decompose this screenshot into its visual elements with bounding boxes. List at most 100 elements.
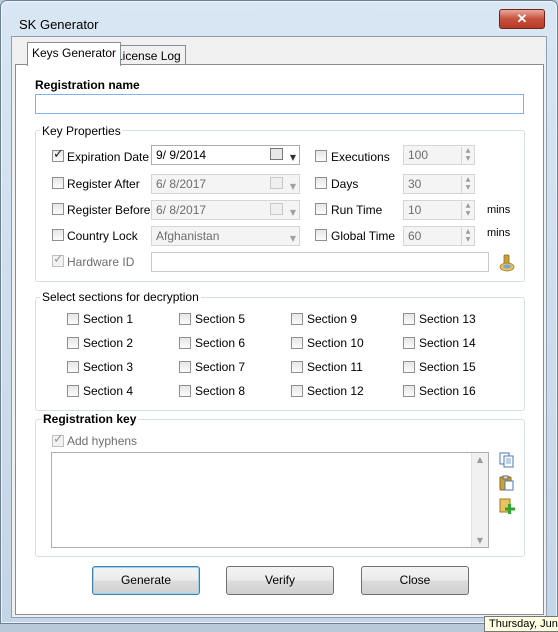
section-15-label: Section 15 bbox=[419, 360, 476, 374]
registration-name-input[interactable] bbox=[35, 94, 524, 114]
register-after-value: 6/ 8/2017 bbox=[156, 177, 207, 191]
section-16-label: Section 16 bbox=[419, 384, 476, 398]
register-before-picker[interactable]: 6/ 8/2017 ▼ bbox=[151, 200, 300, 220]
section-8-checkbox[interactable] bbox=[179, 385, 191, 397]
hardware-id-checkbox[interactable] bbox=[52, 252, 64, 267]
sections-label: Select sections for decryption bbox=[40, 290, 201, 304]
section-5-checkbox[interactable] bbox=[179, 313, 191, 325]
expiration-date-label: Expiration Date bbox=[67, 150, 150, 164]
run-time-checkbox[interactable] bbox=[315, 203, 327, 215]
section-7-label: Section 7 bbox=[195, 360, 246, 374]
date-tooltip: Thursday, Jun bbox=[484, 616, 558, 632]
section-11-label: Section 11 bbox=[307, 360, 363, 374]
global-time-label: Global Time bbox=[331, 229, 396, 243]
days-checkbox[interactable] bbox=[315, 177, 327, 189]
spin-down-icon[interactable]: ▼ bbox=[462, 210, 474, 218]
hardware-id-input[interactable] bbox=[151, 252, 489, 272]
spin-down-icon[interactable]: ▼ bbox=[462, 155, 474, 163]
expiration-date-checkbox[interactable] bbox=[52, 147, 64, 162]
days-label: Days bbox=[331, 177, 359, 191]
spin-up-icon[interactable]: ▲ bbox=[462, 147, 474, 155]
register-before-label: Register Before bbox=[67, 203, 151, 217]
calendar-icon[interactable] bbox=[270, 148, 283, 160]
section-11-checkbox[interactable] bbox=[291, 361, 303, 373]
hardware-id-icon[interactable] bbox=[499, 254, 515, 272]
run-time-value: 10 bbox=[408, 203, 422, 217]
section-2-checkbox[interactable] bbox=[67, 337, 79, 349]
section-8-label: Section 8 bbox=[195, 384, 246, 398]
generate-button[interactable]: Generate bbox=[92, 566, 200, 595]
section-16-checkbox[interactable] bbox=[403, 385, 415, 397]
key-properties-label: Key Properties bbox=[40, 124, 123, 138]
section-4-label: Section 4 bbox=[83, 384, 134, 398]
global-time-spinner[interactable]: 60 ▲ ▼ bbox=[403, 226, 475, 246]
section-13-label: Section 13 bbox=[419, 312, 476, 326]
section-4-checkbox[interactable] bbox=[67, 385, 79, 397]
executions-value: 100 bbox=[408, 148, 429, 162]
scroll-down-icon[interactable]: ▼ bbox=[472, 536, 488, 545]
executions-spinner[interactable]: 100 ▲ ▼ bbox=[403, 145, 475, 165]
close-button[interactable]: Close bbox=[361, 566, 469, 595]
run-time-spinner[interactable]: 10 ▲ ▼ bbox=[403, 200, 475, 220]
country-lock-label: Country Lock bbox=[67, 229, 138, 243]
chevron-down-icon[interactable]: ▼ bbox=[290, 149, 296, 167]
window-close-button[interactable]: ✕ bbox=[499, 9, 545, 29]
chevron-down-icon[interactable]: ▼ bbox=[290, 178, 296, 196]
section-3-label: Section 3 bbox=[83, 360, 134, 374]
section-7-checkbox[interactable] bbox=[179, 361, 191, 373]
section-1-checkbox[interactable] bbox=[67, 313, 79, 325]
copy-icon[interactable] bbox=[499, 452, 515, 468]
calendar-icon[interactable] bbox=[270, 177, 283, 189]
add-icon[interactable] bbox=[499, 498, 515, 514]
section-12-checkbox[interactable] bbox=[291, 385, 303, 397]
chevron-down-icon[interactable]: ▼ bbox=[290, 204, 296, 222]
registration-key-label: Registration key bbox=[41, 412, 139, 426]
section-12-label: Section 12 bbox=[307, 384, 364, 398]
window-title: SK Generator bbox=[19, 17, 99, 32]
global-time-checkbox[interactable] bbox=[315, 229, 327, 241]
register-after-checkbox[interactable] bbox=[52, 177, 64, 189]
days-spinner[interactable]: 30 ▲ ▼ bbox=[403, 174, 475, 194]
spin-up-icon[interactable]: ▲ bbox=[462, 202, 474, 210]
section-6-checkbox[interactable] bbox=[179, 337, 191, 349]
paste-icon[interactable] bbox=[499, 475, 515, 491]
section-10-checkbox[interactable] bbox=[291, 337, 303, 349]
section-3-checkbox[interactable] bbox=[67, 361, 79, 373]
register-before-value: 6/ 8/2017 bbox=[156, 203, 207, 217]
calendar-icon[interactable] bbox=[270, 203, 283, 215]
scroll-up-icon[interactable]: ▲ bbox=[472, 455, 488, 464]
chevron-down-icon[interactable]: ▼ bbox=[290, 230, 296, 248]
spin-up-icon[interactable]: ▲ bbox=[462, 176, 474, 184]
expiration-date-picker[interactable]: 9/ 9/2014 ▼ bbox=[151, 145, 300, 165]
country-lock-checkbox[interactable] bbox=[52, 229, 64, 241]
run-time-unit: mins bbox=[487, 204, 511, 216]
add-hyphens-checkbox[interactable] bbox=[52, 432, 64, 447]
section-1-label: Section 1 bbox=[83, 312, 134, 326]
spin-up-icon[interactable]: ▲ bbox=[462, 228, 474, 236]
verify-button[interactable]: Verify bbox=[226, 566, 334, 595]
registration-key-scrollbar[interactable]: ▲ ▼ bbox=[471, 453, 488, 547]
section-13-checkbox[interactable] bbox=[403, 313, 415, 325]
section-14-checkbox[interactable] bbox=[403, 337, 415, 349]
executions-checkbox[interactable] bbox=[315, 150, 327, 162]
section-9-checkbox[interactable] bbox=[291, 313, 303, 325]
register-before-checkbox[interactable] bbox=[52, 203, 64, 215]
country-dropdown[interactable]: Afghanistan ▼ bbox=[151, 226, 300, 246]
country-value: Afghanistan bbox=[156, 229, 220, 243]
register-after-picker[interactable]: 6/ 8/2017 ▼ bbox=[151, 174, 300, 194]
spin-down-icon[interactable]: ▼ bbox=[462, 236, 474, 244]
register-after-label: Register After bbox=[67, 177, 140, 191]
global-time-unit: mins bbox=[487, 227, 511, 239]
tab-keys-generator[interactable]: Keys Generator bbox=[27, 42, 122, 66]
section-2-label: Section 2 bbox=[83, 336, 134, 350]
expiration-date-value: 9/ 9/2014 bbox=[156, 148, 207, 162]
executions-label: Executions bbox=[331, 150, 390, 164]
section-15-checkbox[interactable] bbox=[403, 361, 415, 373]
section-6-label: Section 6 bbox=[195, 336, 246, 350]
spin-down-icon[interactable]: ▼ bbox=[462, 184, 474, 192]
section-10-label: Section 10 bbox=[307, 336, 364, 350]
global-time-value: 60 bbox=[408, 229, 422, 243]
registration-key-textarea[interactable]: ▲ ▼ bbox=[51, 452, 489, 548]
tab-license-log[interactable]: License Log bbox=[111, 45, 186, 66]
registration-name-label: Registration name bbox=[35, 78, 140, 92]
